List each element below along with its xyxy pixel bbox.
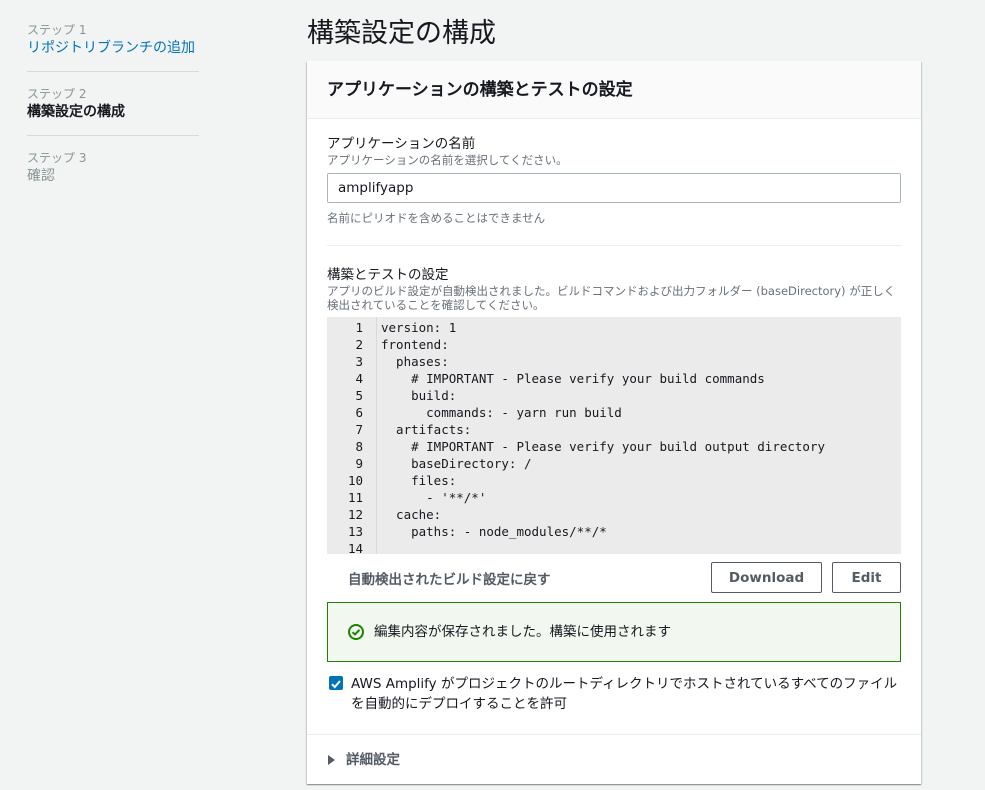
code-text: paths: - node_modules/**/* (381, 524, 607, 539)
line-number: 4 (355, 371, 363, 386)
build-settings-card: アプリケーションの構築とテストの設定 アプリケーションの名前 アプリケーションの… (307, 61, 921, 784)
code-text: # IMPORTANT - Please verify your build o… (381, 439, 826, 454)
step-3-label: 確認 (27, 168, 55, 184)
line-number: 1 (355, 320, 363, 335)
caret-right-icon (328, 755, 335, 765)
divider (327, 245, 901, 246)
code-text: frontend: (381, 337, 449, 352)
code-line: 4 # IMPORTANT - Please verify your build… (327, 370, 901, 387)
code-text: baseDirectory: / (381, 456, 532, 471)
checkmark-icon (331, 680, 341, 689)
code-text: artifacts: (381, 422, 472, 437)
page-title: 構築設定の構成 (307, 18, 496, 49)
line-number: 8 (355, 439, 363, 454)
card-title: アプリケーションの構築とテストの設定 (327, 80, 633, 100)
code-line: 7 artifacts: (327, 421, 901, 438)
line-number: 6 (355, 405, 363, 420)
auto-deploy-consent: AWS Amplify がプロジェクトのルートディレクトリでホストされているすべ… (327, 674, 901, 714)
download-button[interactable]: Download (711, 562, 822, 593)
code-line: 1 version: 1 (327, 319, 901, 336)
code-text: files: (381, 473, 457, 488)
code-line: 11 - '**/*' (327, 489, 901, 506)
step-1-number: ステップ 1 (27, 23, 87, 37)
step-1-link[interactable]: リポジトリブランチの追加 (27, 38, 199, 58)
line-number: 5 (355, 388, 363, 403)
line-number: 10 (347, 473, 363, 488)
editor-actions: 自動検出されたビルド設定に戻す Download Edit (327, 554, 901, 600)
code-text: - '**/*' (381, 490, 487, 505)
consent-checkbox[interactable] (329, 676, 343, 690)
build-settings-description: アプリのビルド設定が自動検出されました。ビルドコマンドおよび出力フォルダー (b… (327, 284, 896, 312)
code-line: 3 phases: (327, 353, 901, 370)
step-3-number: ステップ 3 (27, 151, 87, 165)
code-line: 9 baseDirectory: / (327, 455, 901, 472)
step-1[interactable]: ステップ 1 リポジトリブランチの追加 (27, 22, 199, 72)
code-line: 2 frontend: (327, 336, 901, 353)
buildspec-code-editor[interactable]: 1 version: 1 2 frontend: 3 phases: 4 # IMPORT… (327, 317, 901, 554)
code-text: version: 1 (381, 320, 457, 335)
step-3: ステップ 3 確認 (27, 150, 199, 199)
code-text: build: (381, 388, 457, 403)
code-line: 13 paths: - node_modules/**/* (327, 523, 901, 540)
line-number: 14 (347, 541, 363, 554)
app-name-description: アプリケーションの名前を選択してください。 (327, 153, 568, 167)
line-number: 12 (347, 507, 363, 522)
advanced-settings-label[interactable]: 詳細設定 (346, 750, 400, 770)
card-header: アプリケーションの構築とテストの設定 (307, 61, 921, 119)
line-number: 13 (347, 524, 363, 539)
code-text: # IMPORTANT - Please verify your build c… (381, 371, 765, 386)
line-number: 2 (355, 337, 363, 352)
code-text: cache: (381, 507, 442, 522)
revert-build-settings-link[interactable]: 自動検出されたビルド設定に戻す (348, 568, 551, 588)
code-line: 12 cache: (327, 506, 901, 523)
code-line: 5 build: (327, 387, 901, 404)
build-settings-label: 構築とテストの設定 (327, 267, 449, 283)
advanced-settings-expander[interactable]: 詳細設定 (307, 734, 921, 784)
app-name-input[interactable] (327, 173, 901, 203)
step-2: ステップ 2 構築設定の構成 (27, 86, 199, 136)
app-name-label: アプリケーションの名前 (327, 136, 476, 152)
edit-button[interactable]: Edit (832, 562, 901, 593)
check-circle-icon (348, 624, 364, 640)
app-name-constraint: 名前にピリオドを含めることはできません (327, 211, 546, 225)
code-line: 6 commands: - yarn run build (327, 404, 901, 421)
line-number: 9 (355, 456, 363, 471)
code-line: 10 files: (327, 472, 901, 489)
success-alert: 編集内容が保存されました。構築に使用されます (327, 602, 901, 662)
step-2-label: 構築設定の構成 (27, 104, 125, 120)
step-2-number: ステップ 2 (27, 87, 87, 101)
code-line: 14 (327, 540, 901, 554)
success-alert-text: 編集内容が保存されました。構築に使用されます (374, 624, 671, 640)
code-line: 8 # IMPORTANT - Please verify your build… (327, 438, 901, 455)
code-text: commands: - yarn run build (381, 405, 622, 420)
consent-text: AWS Amplify がプロジェクトのルートディレクトリでホストされているすべ… (351, 676, 898, 712)
line-number: 3 (355, 354, 363, 369)
wizard-steps-nav: ステップ 1 リポジトリブランチの追加 ステップ 2 構築設定の構成 ステップ … (27, 22, 199, 213)
card-body: アプリケーションの名前 アプリケーションの名前を選択してください。 名前にピリオ… (307, 119, 921, 714)
line-number: 7 (355, 422, 363, 437)
line-number: 11 (347, 490, 363, 505)
code-text: phases: (381, 354, 449, 369)
